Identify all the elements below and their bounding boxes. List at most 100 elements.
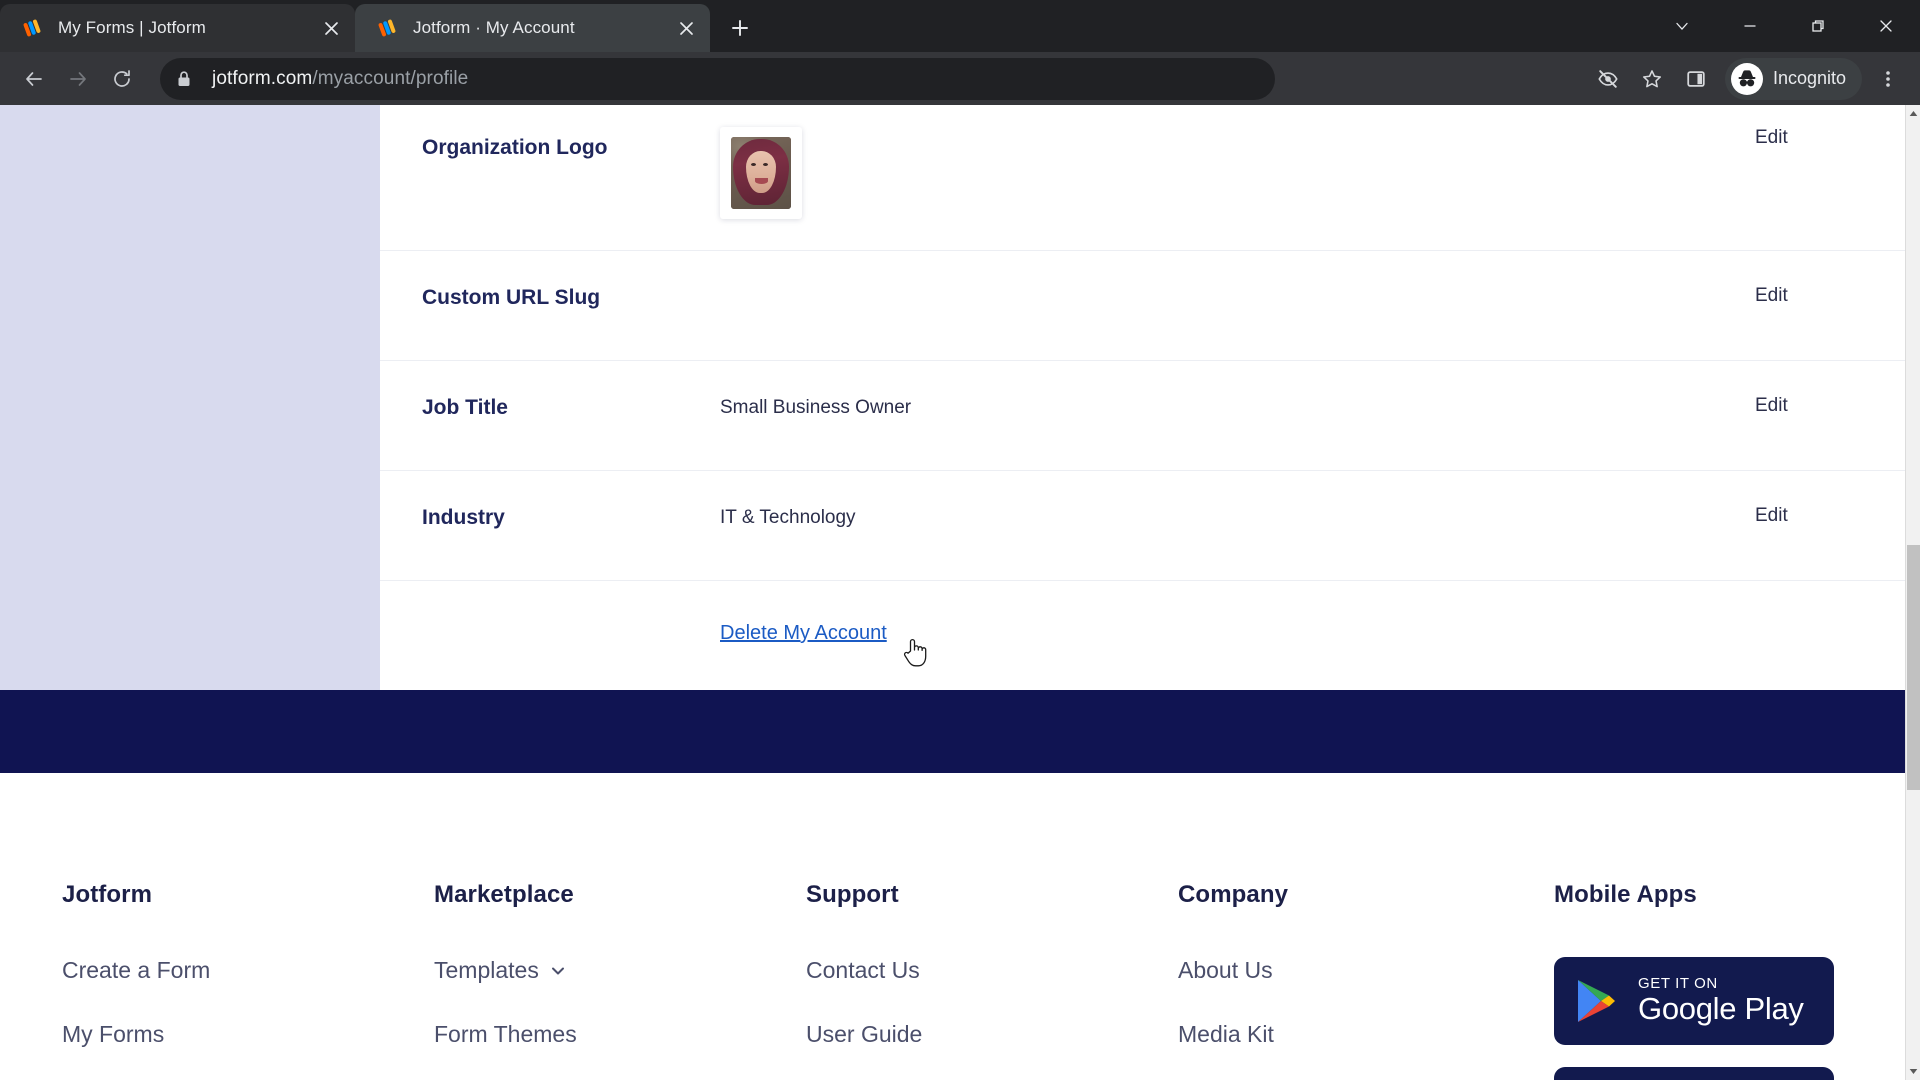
page-viewport: Organization Logo Edit Custom URL Slug E… (0, 105, 1920, 1080)
back-arrow-icon[interactable] (12, 57, 56, 101)
tab-strip: My Forms | Jotform Jotform · My Account (0, 0, 1920, 52)
browser-toolbar: jotform.com/myaccount/profile Incognito (0, 52, 1920, 105)
app-store-badge-button[interactable] (1554, 1067, 1834, 1080)
incognito-indicator[interactable]: Incognito (1724, 57, 1862, 100)
footer-link-label: User Guide (806, 1021, 923, 1047)
side-panel-icon[interactable] (1675, 58, 1717, 100)
footer-link-label: About Us (1178, 957, 1273, 983)
row-value (720, 277, 1755, 285)
scrollbar-thumb[interactable] (1907, 545, 1920, 790)
lock-icon (176, 70, 198, 88)
footer-link-about-us[interactable]: About Us (1178, 957, 1554, 984)
footer-link-contact-us[interactable]: Contact Us (806, 957, 1178, 984)
footer-link-templates[interactable]: Templates (434, 957, 806, 984)
close-icon[interactable] (1852, 0, 1920, 52)
profile-row-custom-url-slug: Custom URL Slug Edit (380, 251, 1905, 361)
edit-job-title-button[interactable]: Edit (1755, 387, 1905, 417)
row-value (720, 119, 1755, 219)
jotform-icon (22, 18, 42, 38)
url-path: /myaccount/profile (312, 67, 469, 89)
footer-link-label: Contact Us (806, 957, 920, 983)
reload-icon[interactable] (100, 57, 144, 101)
footer-heading: Mobile Apps (1554, 881, 1697, 908)
scroll-up-arrow-icon[interactable] (1906, 105, 1920, 122)
footer-link-my-forms[interactable]: My Forms (62, 1021, 434, 1048)
row-label: Industry (422, 506, 505, 529)
browser-window: My Forms | Jotform Jotform · My Account (0, 0, 1920, 1080)
sidebar-panel (0, 105, 380, 690)
google-play-big-label: Google Play (1638, 991, 1804, 1027)
google-play-text: GET IT ON Google Play (1638, 976, 1804, 1025)
row-label: Custom URL Slug (422, 286, 601, 309)
page-scrollbar[interactable] (1905, 105, 1920, 1080)
row-label-empty (380, 611, 720, 617)
tab-title: My Forms | Jotform (58, 18, 206, 37)
page-content: Organization Logo Edit Custom URL Slug E… (0, 105, 1905, 1080)
forward-arrow-icon (56, 57, 100, 101)
delete-my-account-link[interactable]: Delete My Account (720, 622, 887, 644)
minimize-icon[interactable] (1716, 0, 1784, 52)
footer-heading: Jotform (62, 881, 153, 908)
site-footer: Jotform Create a Form My Forms Marketpla… (0, 773, 1905, 1080)
footer-heading: Marketplace (434, 881, 574, 908)
google-play-badge-button[interactable]: GET IT ON Google Play (1554, 957, 1834, 1045)
incognito-icon (1730, 62, 1763, 95)
scroll-down-arrow-icon[interactable] (1906, 1063, 1920, 1080)
footer-heading: Company (1178, 881, 1289, 908)
close-icon[interactable] (317, 14, 345, 42)
url-text: jotform.com/myaccount/profile (212, 68, 468, 90)
organization-logo-thumbnail[interactable] (720, 127, 802, 219)
footer-columns: Jotform Create a Form My Forms Marketpla… (0, 881, 1905, 1080)
edit-custom-url-slug-button[interactable]: Edit (1755, 277, 1905, 307)
row-value: IT & Technology (720, 507, 856, 528)
footer-column-support: Support Contact Us User Guide (806, 881, 1178, 1080)
row-edit-empty (1755, 611, 1905, 619)
footer-link-user-guide[interactable]: User Guide (806, 1021, 1178, 1048)
incognito-label: Incognito (1772, 68, 1846, 88)
new-tab-button[interactable] (718, 6, 762, 50)
browser-tab-1[interactable]: Jotform · My Account (355, 4, 710, 52)
footer-link-form-themes[interactable]: Form Themes (434, 1021, 806, 1048)
row-label: Job Title (422, 396, 508, 419)
chevron-down-icon (549, 962, 567, 980)
address-bar[interactable]: jotform.com/myaccount/profile (160, 57, 1275, 100)
profile-row-delete-account: Delete My Account (380, 581, 1905, 685)
profile-row-organization-logo: Organization Logo Edit (380, 105, 1905, 251)
star-icon[interactable] (1631, 58, 1673, 100)
google-play-icon (1574, 977, 1622, 1025)
footer-link-media-kit[interactable]: Media Kit (1178, 1021, 1554, 1048)
google-play-small-label: GET IT ON (1638, 975, 1718, 993)
avatar (731, 137, 791, 209)
edit-industry-button[interactable]: Edit (1755, 497, 1905, 527)
window-controls (1648, 0, 1920, 52)
eye-slash-icon[interactable] (1587, 58, 1629, 100)
jotform-icon (377, 18, 397, 38)
footer-column-jotform: Jotform Create a Form My Forms (62, 881, 434, 1080)
profile-row-job-title: Job Title Small Business Owner Edit (380, 361, 1905, 471)
footer-link-label: Media Kit (1178, 1021, 1274, 1047)
url-domain: jotform.com (212, 67, 313, 89)
footer-heading: Support (806, 881, 899, 908)
footer-link-label: Create a Form (62, 957, 211, 983)
footer-column-mobile-apps: Mobile Apps GET IT ON Google Play (1554, 881, 1884, 1080)
footer-column-marketplace: Marketplace Templates Form Themes (434, 881, 806, 1080)
tab-title: Jotform · My Account (413, 18, 575, 37)
kebab-menu-icon[interactable] (1868, 58, 1908, 100)
close-icon[interactable] (672, 14, 700, 42)
footer-column-company: Company About Us Media Kit (1178, 881, 1554, 1080)
footer-link-label: Templates (434, 957, 539, 983)
row-value: Delete My Account (720, 611, 1755, 648)
toolbar-icons: Incognito (1587, 57, 1908, 100)
profile-settings-panel: Organization Logo Edit Custom URL Slug E… (380, 105, 1905, 685)
profile-row-industry: Industry IT & Technology Edit (380, 471, 1905, 581)
chevron-down-icon[interactable] (1648, 0, 1716, 52)
row-value: Small Business Owner (720, 397, 912, 418)
footer-link-create-a-form[interactable]: Create a Form (62, 957, 434, 984)
footer-link-label: Form Themes (434, 1021, 577, 1047)
restore-icon[interactable] (1784, 0, 1852, 52)
navy-divider-band (0, 690, 1905, 773)
row-label: Organization Logo (422, 136, 608, 159)
footer-link-label: My Forms (62, 1021, 165, 1047)
edit-organization-logo-button[interactable]: Edit (1755, 119, 1905, 149)
browser-tab-0[interactable]: My Forms | Jotform (0, 4, 355, 52)
